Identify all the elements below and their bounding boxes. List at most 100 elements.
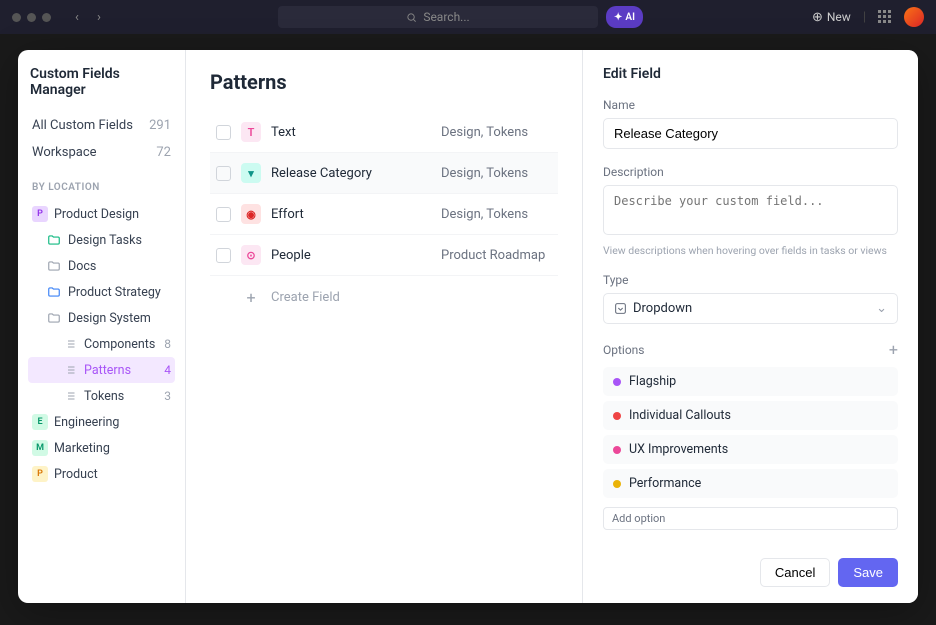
search-input[interactable]: Search... [278,6,598,28]
sidebar-title: Custom Fields Manager [28,66,175,98]
folder-icon [46,310,62,326]
field-row[interactable]: T Text Design, Tokens [210,112,558,153]
tree-item[interactable]: Components 8 [28,331,175,357]
ai-badge[interactable]: ✦AI [606,6,643,28]
add-option-button[interactable]: Add option [603,507,898,530]
search-icon [406,12,417,23]
field-name: People [271,248,431,263]
field-type-icon: T [241,122,261,142]
field-name: Release Category [271,166,431,181]
topbar: ‹ › Search... ✦AI ⊕ New | [0,0,936,34]
plus-icon: + [241,288,261,307]
checkbox[interactable] [216,166,231,181]
tree-item[interactable]: M Marketing [28,435,175,461]
tree-label: Engineering [54,415,171,430]
save-button[interactable]: Save [838,558,898,587]
cancel-button[interactable]: Cancel [760,558,830,587]
checkbox[interactable] [216,125,231,140]
sidebar-section-label: BY LOCATION [32,182,175,193]
option-color-dot [613,412,621,420]
space-badge: P [32,466,48,482]
window-controls[interactable] [12,13,51,22]
dropdown-icon [614,302,627,315]
tree-label: Tokens [84,389,158,404]
field-tags: Design, Tokens [441,166,528,181]
list-icon [62,388,78,404]
name-label: Name [603,98,898,112]
options-label: Options [603,343,645,357]
nav-back-icon[interactable]: ‹ [67,7,87,27]
option-label: Flagship [629,374,676,389]
tree-item[interactable]: Design Tasks [28,227,175,253]
option-row[interactable]: Performance [603,469,898,498]
tree-label: Design System [68,311,171,326]
tree-item[interactable]: Product Strategy [28,279,175,305]
folder-icon [46,232,62,248]
field-tags: Product Roadmap [441,248,545,263]
field-type-icon: ⊙ [241,245,261,265]
sidebar-item-workspace[interactable]: Workspace 72 [28,139,175,166]
tree-label: Docs [68,259,171,274]
list-icon [62,362,78,378]
list-icon [62,336,78,352]
avatar[interactable] [904,7,924,27]
name-field[interactable] [603,118,898,149]
description-field[interactable] [603,185,898,235]
tree-item[interactable]: E Engineering [28,409,175,435]
sidebar: Custom Fields Manager All Custom Fields … [18,50,186,603]
tree-item[interactable]: Patterns4 [28,357,175,383]
tree-count: 3 [164,389,171,403]
type-select[interactable]: Dropdown [603,293,898,324]
space-badge: E [32,414,48,430]
add-option-icon[interactable]: + [889,340,898,359]
apps-icon[interactable] [878,10,892,24]
page-title: Patterns [210,70,558,94]
main-content: Patterns T Text Design, Tokens ▾ Release… [186,50,582,603]
tree-label: Product Design [54,207,171,222]
field-type-icon: ◉ [241,204,261,224]
field-tags: Design, Tokens [441,207,528,222]
tree-label: Product [54,467,171,482]
option-row[interactable]: Flagship [603,367,898,396]
type-label: Type [603,273,898,287]
checkbox[interactable] [216,207,231,222]
description-hint: View descriptions when hovering over fie… [603,244,898,257]
tree-label: Marketing [54,441,171,456]
tree-count: 4 [164,363,171,377]
search-placeholder: Search... [423,10,469,24]
field-row[interactable]: ◉ Effort Design, Tokens [210,194,558,235]
tree-item[interactable]: Docs [28,253,175,279]
space-badge: P [32,206,48,222]
field-name: Effort [271,207,431,222]
folder-icon [46,258,62,274]
tree-item[interactable]: Design System [28,305,175,331]
create-field-button[interactable]: + Create Field [210,276,558,319]
checkbox[interactable] [216,248,231,263]
tree-item[interactable]: P Product Design [28,201,175,227]
option-color-dot [613,480,621,488]
folder-icon [46,284,62,300]
tree-count: 8 [164,337,171,351]
tree-label: Product Strategy [68,285,171,300]
option-row[interactable]: UX Improvements [603,435,898,464]
description-label: Description [603,165,898,179]
field-tags: Design, Tokens [441,125,528,140]
field-row[interactable]: ▾ Release Category Design, Tokens [210,153,558,194]
panel-title: Edit Field [603,66,898,82]
option-label: UX Improvements [629,442,728,457]
new-button[interactable]: ⊕ New [812,10,851,25]
sidebar-item-all[interactable]: All Custom Fields 291 [28,112,175,139]
tree-item[interactable]: Tokens 3 [28,383,175,409]
field-row[interactable]: ⊙ People Product Roadmap [210,235,558,276]
edit-panel: Edit Field Name Description View descrip… [582,50,918,603]
tree-label: Components [84,337,158,352]
option-label: Individual Callouts [629,408,731,423]
space-badge: M [32,440,48,456]
option-color-dot [613,446,621,454]
option-row[interactable]: Individual Callouts [603,401,898,430]
nav-forward-icon[interactable]: › [89,7,109,27]
option-label: Performance [629,476,701,491]
main-window: Custom Fields Manager All Custom Fields … [18,50,918,603]
field-name: Text [271,125,431,140]
tree-item[interactable]: P Product [28,461,175,487]
